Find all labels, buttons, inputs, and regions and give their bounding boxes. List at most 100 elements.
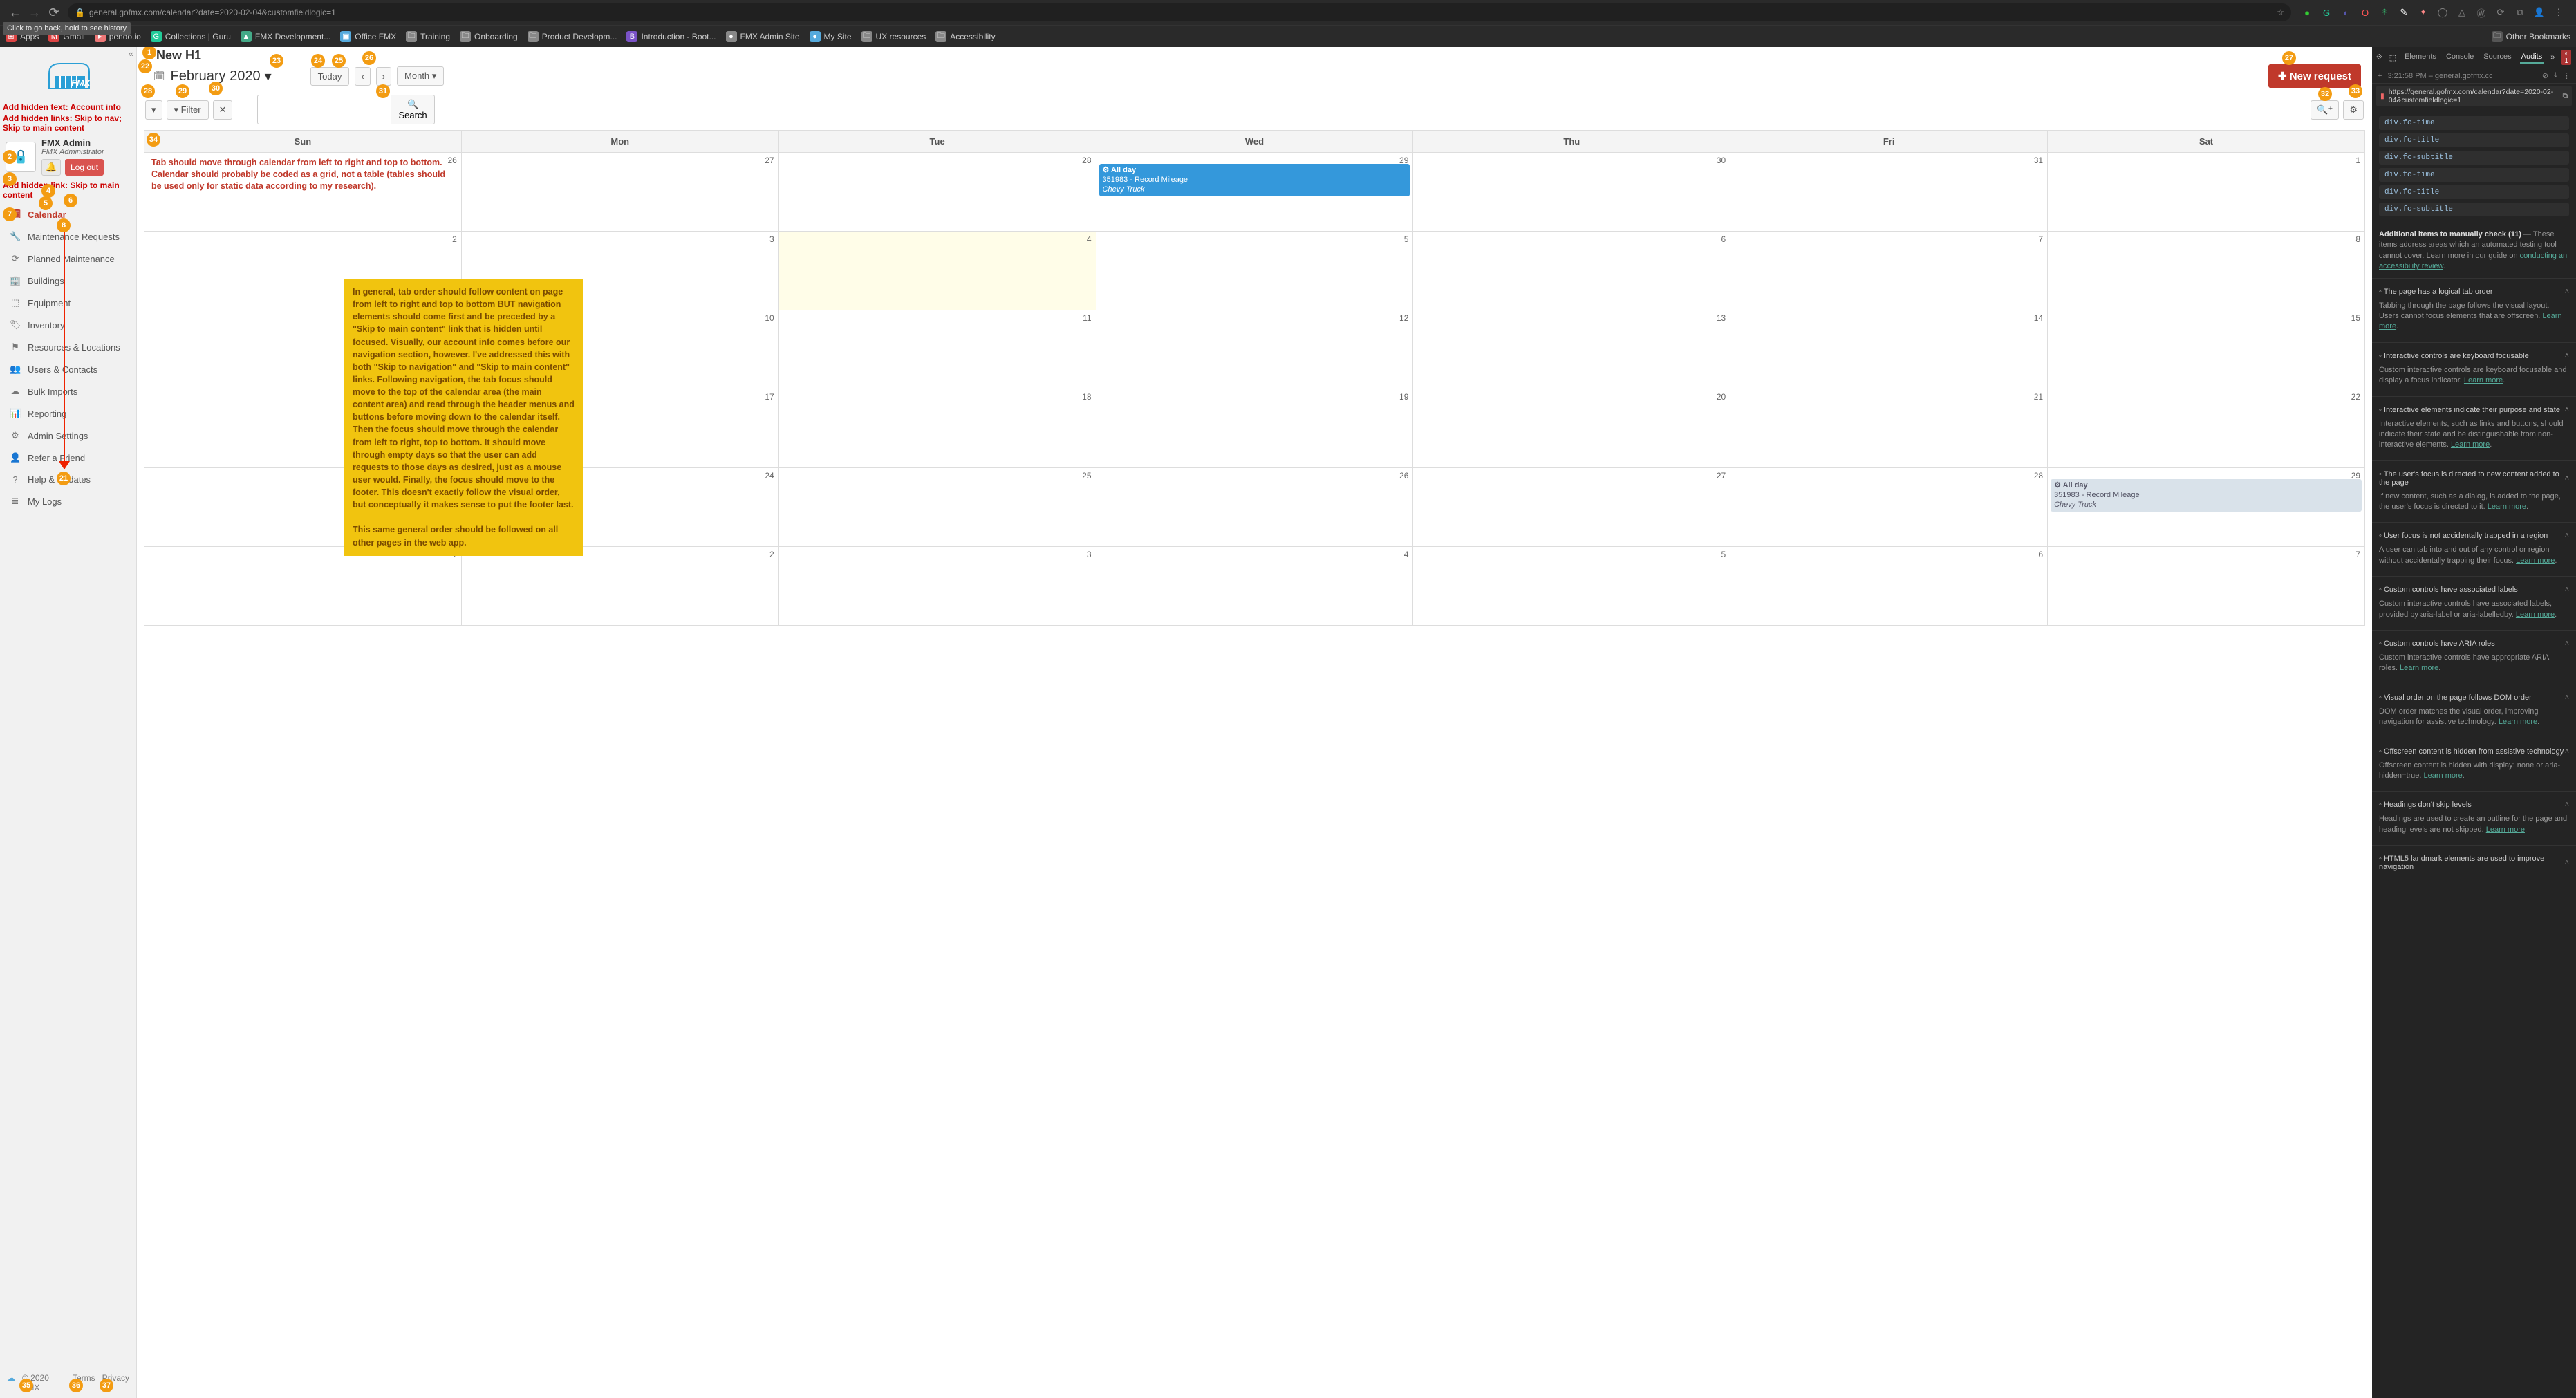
calendar-cell[interactable]: 31 xyxy=(1730,153,2048,232)
nav-item[interactable]: 🏷Inventory xyxy=(0,314,136,336)
extension-icon[interactable]: Ⓦ xyxy=(2475,6,2488,19)
next-button[interactable]: › xyxy=(376,67,391,86)
bookmark-item[interactable]: 🗀Accessibility xyxy=(935,31,995,42)
audit-section[interactable]: ◦ Custom controls have associated labels… xyxy=(2372,576,2576,630)
calendar-event[interactable]: ⚙ All day351983 - Record MileageChevy Tr… xyxy=(1099,164,1410,196)
calendar-cell[interactable]: 1 xyxy=(144,547,462,626)
calendar-icon[interactable]: 🗓 xyxy=(153,71,165,82)
month-picker[interactable]: February 2020 ▾ xyxy=(171,68,272,85)
learn-more-link[interactable]: Learn more xyxy=(2499,718,2537,726)
more-tabs-icon[interactable]: » xyxy=(2550,53,2555,62)
nav-item[interactable]: 👥Users & Contacts xyxy=(0,358,136,380)
new-request-button[interactable]: ✚ New request xyxy=(2268,64,2361,88)
other-bookmarks[interactable]: 🗀Other Bookmarks xyxy=(2492,31,2570,42)
calendar-cell[interactable]: 7 xyxy=(2048,547,2365,626)
extension-icon[interactable]: ✦ xyxy=(2417,6,2429,19)
audit-section[interactable]: ◦ Interactive elements indicate their pu… xyxy=(2372,396,2576,460)
bookmark-item[interactable]: 🗀UX resources xyxy=(861,31,926,42)
bookmark-item[interactable]: ●FMX Admin Site xyxy=(726,31,800,42)
calendar-cell[interactable]: 13 xyxy=(1413,310,1730,389)
calendar-cell[interactable]: 20 xyxy=(1413,389,1730,468)
learn-more-link[interactable]: Learn more xyxy=(2451,440,2490,449)
calendar-cell[interactable]: 18 xyxy=(778,389,1096,468)
calendar-cell[interactable]: 4 xyxy=(1096,547,1413,626)
prev-button[interactable]: ‹ xyxy=(355,67,370,86)
extension-icon[interactable]: O xyxy=(2359,6,2371,19)
nav-item[interactable]: ☁Bulk Imports xyxy=(0,380,136,402)
calendar-cell[interactable]: 11 xyxy=(778,310,1096,389)
extension-icon[interactable]: ◐ xyxy=(2340,6,2352,19)
learn-more-link[interactable]: Learn more xyxy=(2516,557,2555,565)
audit-element-row[interactable]: div.fc-subtitle xyxy=(2379,151,2569,165)
devtools-menu-dots[interactable]: ⋮ xyxy=(2563,71,2570,80)
bookmark-item[interactable]: ▣Office FMX xyxy=(340,31,396,42)
error-badge[interactable]: ◐ 1 xyxy=(2561,50,2571,65)
audit-section[interactable]: ◦ User focus is not accidentally trapped… xyxy=(2372,522,2576,576)
calendar-cell[interactable]: 26 xyxy=(1096,468,1413,547)
nav-item[interactable]: ⚙Admin Settings xyxy=(0,425,136,447)
nav-item[interactable]: ≣My Logs xyxy=(0,490,136,512)
calendar-cell[interactable]: 3 xyxy=(778,547,1096,626)
learn-more-link[interactable]: Learn more xyxy=(2486,826,2525,834)
calendar-event[interactable]: ⚙ All day351983 - Record MileageChevy Tr… xyxy=(2051,479,2362,512)
extension-icon[interactable]: G xyxy=(2320,6,2333,19)
logout-button[interactable]: Log out xyxy=(65,159,104,176)
learn-more-link[interactable]: Learn more xyxy=(2424,772,2463,780)
bookmark-item[interactable]: BIntroduction - Boot... xyxy=(626,31,716,42)
add-audit-icon[interactable]: + xyxy=(2378,72,2382,80)
audit-section[interactable]: ◦ Custom controls have ARIA roles˄Custom… xyxy=(2372,630,2576,684)
extension-icon[interactable]: ⧉ xyxy=(2514,6,2526,19)
extension-icon[interactable]: ↟ xyxy=(2378,6,2391,19)
logo[interactable]: FMX xyxy=(0,47,136,102)
filter-button[interactable]: ▾ Filter xyxy=(167,100,209,120)
bookmark-item[interactable]: ▲FMX Development... xyxy=(241,31,330,42)
calendar-cell[interactable]: 14 xyxy=(1730,310,2048,389)
manual-check-header[interactable]: Additional items to manually check (11) … xyxy=(2372,224,2576,278)
settings-gear-button[interactable]: ⚙ xyxy=(2343,100,2364,120)
bookmark-item[interactable]: 🗀Training xyxy=(406,31,450,42)
extension-icon[interactable]: ⋮ xyxy=(2552,6,2565,19)
audit-element-row[interactable]: div.fc-title xyxy=(2379,185,2569,199)
url-bar[interactable]: 🔒 general.gofmx.com/calendar?date=2020-0… xyxy=(68,3,2291,21)
search-button[interactable]: 🔍 Search xyxy=(391,95,434,124)
audit-element-row[interactable]: div.fc-subtitle xyxy=(2379,203,2569,216)
nav-item[interactable]: 📊Reporting xyxy=(0,402,136,425)
filter-funnel-button[interactable]: ▾ xyxy=(145,100,162,120)
audit-section[interactable]: ◦ Offscreen content is hidden from assis… xyxy=(2372,738,2576,792)
audit-section[interactable]: ◦ Headings don't skip levels˄Headings ar… xyxy=(2372,791,2576,845)
learn-more-link[interactable]: Learn more xyxy=(2488,503,2526,511)
calendar-cell[interactable]: 4 xyxy=(778,232,1096,310)
view-mode-dropdown[interactable]: Month ▾ xyxy=(397,66,444,86)
nav-item[interactable]: 🏢Buildings xyxy=(0,270,136,292)
learn-more-link[interactable]: Learn more xyxy=(2379,312,2562,330)
calendar-cell[interactable]: 6 xyxy=(1413,232,1730,310)
calendar-cell[interactable]: 5 xyxy=(1096,232,1413,310)
reload-button[interactable]: ⟳ xyxy=(44,3,64,22)
calendar-cell[interactable]: 27 xyxy=(1413,468,1730,547)
calendar-cell[interactable]: 22 xyxy=(2048,389,2365,468)
calendar-cell[interactable]: 28 xyxy=(778,153,1096,232)
calendar-cell[interactable]: 1 xyxy=(2048,153,2365,232)
audit-element-row[interactable]: div.fc-time xyxy=(2379,168,2569,182)
today-button[interactable]: Today xyxy=(310,67,350,86)
devtools-tab[interactable]: Console xyxy=(2445,51,2475,64)
calendar-cell[interactable]: 29⚙ All day351983 - Record MileageChevy … xyxy=(1096,153,1413,232)
audit-section[interactable]: ◦ The page has a logical tab order˄Tabbi… xyxy=(2372,278,2576,342)
nav-item[interactable]: ⚑Resources & Locations xyxy=(0,336,136,358)
calendar-cell[interactable]: 5 xyxy=(1413,547,1730,626)
calendar-cell[interactable]: 7 xyxy=(1730,232,2048,310)
calendar-cell[interactable]: 12 xyxy=(1096,310,1413,389)
calendar-cell[interactable]: 27 xyxy=(461,153,778,232)
calendar-cell[interactable]: 8 xyxy=(2048,232,2365,310)
bookmark-item[interactable]: GCollections | Guru xyxy=(151,31,231,42)
audit-section[interactable]: ◦ HTML5 landmark elements are used to im… xyxy=(2372,845,2576,880)
audit-section[interactable]: ◦ Interactive controls are keyboard focu… xyxy=(2372,342,2576,396)
calendar-cell[interactable]: 21 xyxy=(1730,389,2048,468)
calendar-cell[interactable]: 26Tab should move through calendar from … xyxy=(144,153,462,232)
calendar-cell[interactable]: 15 xyxy=(2048,310,2365,389)
audit-section[interactable]: ◦ Visual order on the page follows DOM o… xyxy=(2372,684,2576,738)
notifications-button[interactable]: 🔔 xyxy=(41,159,61,176)
audit-element-row[interactable]: div.fc-time xyxy=(2379,116,2569,130)
calendar-cell[interactable]: 28 xyxy=(1730,468,2048,547)
back-button[interactable]: ← xyxy=(6,3,25,22)
